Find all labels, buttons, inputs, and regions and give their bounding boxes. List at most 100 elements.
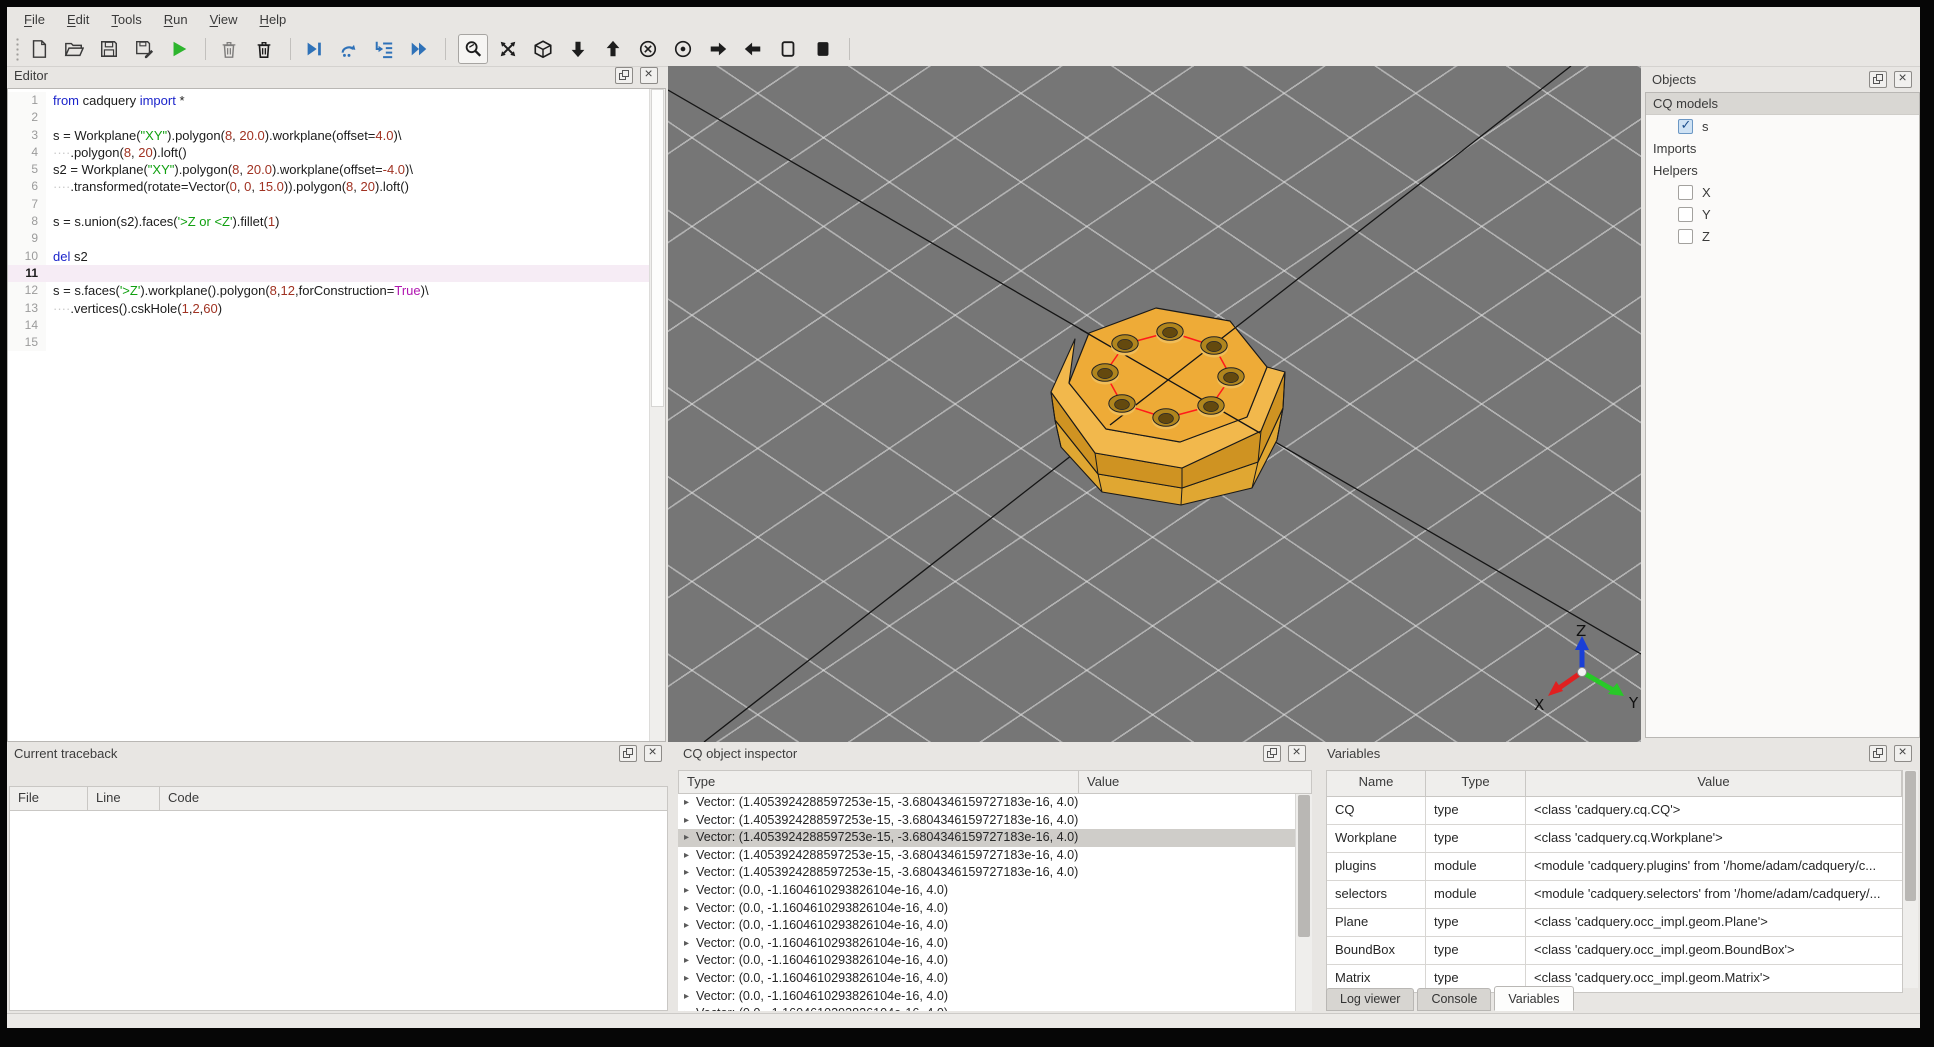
inspector-row[interactable]: ▸ Vector: (1.4053924288597253e-15, -3.680… (678, 847, 1295, 865)
expand-arrow-icon[interactable]: ▸ (678, 882, 696, 900)
inspector-row[interactable]: ▸Vector: (0.0, -1.1604610293826104e-16, … (678, 1005, 1295, 1011)
close-panel-icon[interactable] (644, 743, 662, 762)
code-line-11[interactable]: 11 (8, 264, 665, 283)
inspector-row[interactable]: ▸Vector: (0.0, -1.1604610293826104e-16, … (678, 900, 1295, 918)
continue-button[interactable] (408, 38, 430, 60)
variables-scrollbar[interactable] (1903, 770, 1918, 988)
menu-edit[interactable]: Edit (56, 8, 100, 31)
save-button[interactable] (98, 38, 120, 60)
inspector-row[interactable]: ▸ Vector: (1.4053924288597253e-15, -3.680… (678, 864, 1295, 882)
expand-arrow-icon[interactable]: ▸ (678, 812, 696, 830)
variables-scrollbar-thumb[interactable] (1905, 771, 1916, 901)
expand-arrow-icon[interactable]: ▸ (678, 988, 696, 1006)
viewport-3d[interactable]: Z X Y (668, 66, 1641, 742)
float-panel-icon[interactable] (1869, 745, 1887, 762)
fit-all-button[interactable] (497, 38, 519, 60)
right-view-button[interactable] (742, 38, 764, 60)
inspector-scrollbar[interactable] (1295, 794, 1312, 1011)
tab-log-viewer[interactable]: Log viewer (1326, 988, 1415, 1011)
expand-arrow-icon[interactable]: ▸ (678, 935, 696, 953)
traceback-table-body[interactable] (9, 811, 668, 1011)
delete-all-button[interactable] (253, 38, 275, 60)
expand-arrow-icon[interactable]: ▸ (678, 952, 696, 970)
variable-row-selectors[interactable]: selectors module <module 'cadquery.selecto… (1327, 881, 1902, 909)
code-line-1[interactable]: 1 from cadquery import * (8, 92, 665, 110)
top-view-button[interactable] (567, 38, 589, 60)
float-panel-icon[interactable] (615, 67, 633, 84)
delete-button[interactable] (218, 38, 240, 60)
menu-view[interactable]: View (199, 8, 249, 31)
wireframe-button[interactable] (777, 38, 799, 60)
checkbox-x[interactable] (1678, 184, 1693, 200)
code-line-7[interactable]: 7 (8, 195, 665, 214)
code-line-6[interactable]: 6 ····.transformed(rotate=Vector(0, 0, 15… (8, 178, 665, 196)
code-line-2[interactable]: 2 (8, 109, 665, 127)
code-line-8[interactable]: 8 s = s.union(s2).faces('>Z or <Z').fille… (8, 213, 665, 231)
close-panel-icon[interactable] (1894, 69, 1912, 88)
expand-arrow-icon[interactable]: ▸ (678, 864, 696, 882)
code-line-9[interactable]: 9 (8, 230, 665, 248)
left-view-button[interactable] (707, 38, 729, 60)
close-panel-icon[interactable] (640, 65, 658, 84)
inspector-row[interactable]: ▸Vector: (0.0, -1.1604610293826104e-16, … (678, 882, 1295, 900)
shaded-button[interactable] (812, 38, 834, 60)
checkbox-z[interactable] (1678, 228, 1693, 244)
checkbox-y[interactable] (1678, 206, 1693, 222)
expand-arrow-icon[interactable]: ▸ (678, 847, 696, 865)
toolbar-drag-handle[interactable] (15, 36, 20, 61)
code-line-13[interactable]: 13 ····.vertices().cskHole(1,2,60) (8, 299, 665, 317)
expand-arrow-icon[interactable]: ▸ (678, 917, 696, 935)
menu-help[interactable]: Help (249, 8, 298, 31)
tree-item-y[interactable]: Y (1646, 203, 1919, 225)
expand-arrow-icon[interactable]: ▸ (678, 900, 696, 918)
code-line-14[interactable]: 14 (8, 316, 665, 335)
tree-group-imports[interactable]: Imports (1646, 137, 1919, 159)
column-header-type[interactable]: Type (1426, 771, 1526, 796)
column-header-line[interactable]: Line (88, 787, 160, 810)
tree-group-helpers[interactable]: Helpers (1646, 159, 1919, 181)
expand-arrow-icon[interactable]: ▸ (678, 794, 696, 812)
inspector-row[interactable]: ▸Vector: (0.0, -1.1604610293826104e-16, … (678, 952, 1295, 970)
close-panel-icon[interactable] (1288, 743, 1306, 762)
menu-tools[interactable]: Tools (100, 8, 152, 31)
bottom-view-button[interactable] (602, 38, 624, 60)
new-file-button[interactable] (28, 38, 50, 60)
inspector-row[interactable]: ▸Vector: (0.0, -1.1604610293826104e-16, … (678, 970, 1295, 988)
variable-row-plugins[interactable]: plugins module <module 'cadquery.plugins' … (1327, 853, 1902, 881)
tab-console[interactable]: Console (1417, 988, 1492, 1011)
column-header-file[interactable]: File (10, 787, 88, 810)
inspector-row[interactable]: ▸Vector: (0.0, -1.1604610293826104e-16, … (678, 988, 1295, 1006)
tree-group-cq-models[interactable]: CQ models (1646, 93, 1919, 115)
save-as-button[interactable] (133, 38, 155, 60)
expand-arrow-icon[interactable]: ▸ (678, 1005, 696, 1011)
front-view-button[interactable] (637, 38, 659, 60)
column-header-value[interactable]: Value (1526, 771, 1902, 796)
step-button[interactable] (338, 38, 360, 60)
code-line-10[interactable]: 10 del s2 (8, 247, 665, 265)
menu-file[interactable]: File (13, 8, 56, 31)
close-panel-icon[interactable] (1894, 743, 1912, 762)
render-button[interactable] (168, 38, 190, 60)
code-line-15[interactable]: 15 (8, 334, 665, 352)
expand-arrow-icon[interactable]: ▸ (678, 829, 696, 847)
column-header-code[interactable]: Code (160, 787, 667, 810)
code-line-3[interactable]: 3 s = Workplane("XY").polygon(8, 20.0).wo… (8, 126, 665, 144)
column-header-value[interactable]: Value (1079, 771, 1311, 793)
variable-row-boundbox[interactable]: BoundBox type <class 'cadquery.occ_impl.ge… (1327, 937, 1902, 965)
debug-button[interactable] (303, 38, 325, 60)
code-line-5[interactable]: 5 s2 = Workplane("XY").polygon(8, 20.0).w… (8, 161, 665, 179)
inspector-row[interactable]: ▸ Vector: (1.4053924288597253e-15, -3.680… (678, 812, 1295, 830)
code-editor[interactable]: 1 from cadquery import * 2 3 s = Workplane("… (7, 88, 666, 742)
editor-scrollbar-thumb[interactable] (651, 89, 664, 407)
inspector-row[interactable]: ▸ Vector: (1.4053924288597253e-15, -3.680… (678, 794, 1295, 812)
open-button[interactable] (63, 38, 85, 60)
float-panel-icon[interactable] (619, 745, 637, 762)
float-panel-icon[interactable] (1869, 71, 1887, 88)
checkbox-s[interactable] (1678, 117, 1693, 134)
inspector-row[interactable]: ▸Vector: (0.0, -1.1604610293826104e-16, … (678, 917, 1295, 935)
step-in-button[interactable] (373, 38, 395, 60)
tree-item-z[interactable]: Z (1646, 225, 1919, 247)
inspector-row[interactable]: ▸Vector: (0.0, -1.1604610293826104e-16, … (678, 935, 1295, 953)
float-panel-icon[interactable] (1263, 745, 1281, 762)
variable-row-plane[interactable]: Plane type <class 'cadquery.occ_impl.geom.… (1327, 909, 1902, 937)
